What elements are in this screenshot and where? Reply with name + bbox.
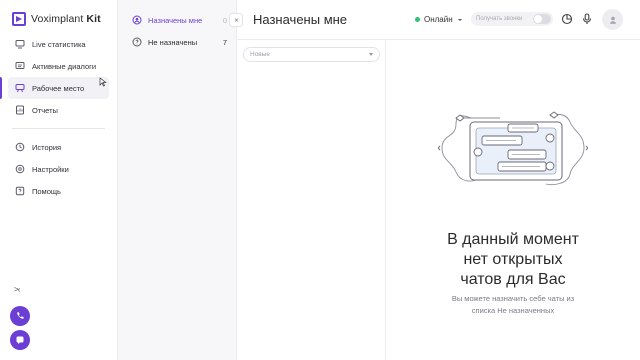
settings-icon: [15, 164, 25, 174]
receive-calls-toggle[interactable]: Получать звонки: [471, 12, 553, 26]
question-circle-icon: [132, 37, 142, 47]
toggle-knob: [533, 14, 551, 24]
empty-chats-illustration: [438, 111, 588, 186]
sidebar-item-live-stats[interactable]: Live статистика: [8, 33, 109, 55]
empty-title-line: В данный момент: [447, 231, 579, 248]
microphone-icon[interactable]: [581, 13, 593, 25]
sidebar-item-settings[interactable]: Настройки: [8, 158, 109, 180]
help-icon: [15, 186, 25, 196]
main-sidebar: Voximplant Kit Live статистика Активные …: [0, 0, 118, 360]
queue-item-label: Не назначены: [148, 37, 198, 47]
softphone-button[interactable]: [10, 306, 30, 326]
sidebar-item-history[interactable]: История: [8, 136, 109, 158]
chat-filter-select[interactable]: Новые: [243, 47, 380, 62]
online-status-dot: [415, 17, 420, 22]
page-header: Назначены мне Онлайн Получать звонки: [237, 0, 640, 40]
chevron-down-icon: [457, 18, 462, 21]
queue-item-unassigned[interactable]: Не назначены 7: [132, 37, 227, 47]
empty-title-line: нет открытых: [463, 251, 563, 268]
empty-subtitle-line: Вы можете назначить себе чаты из: [451, 294, 575, 303]
queue-item-assigned-to-me[interactable]: Назначены мне 0: [132, 15, 227, 25]
history-icon: [15, 142, 25, 152]
sidebar-item-label: Рабочее место: [32, 83, 85, 93]
sidebar-nav: Live статистика Активные диалоги Рабочее…: [8, 33, 109, 202]
sidebar-item-reports[interactable]: Отчеты: [8, 99, 109, 121]
sidebar-item-label: Отчеты: [32, 105, 58, 115]
avatar[interactable]: [602, 9, 623, 30]
sidebar-item-workspace[interactable]: Рабочее место: [8, 77, 109, 99]
logo[interactable]: Voximplant Kit: [12, 12, 101, 26]
logo-mark-icon: [12, 12, 26, 26]
status-label: Онлайн: [424, 15, 453, 24]
sidebar-item-label: Помощь: [32, 186, 61, 196]
sidebar-item-active-dialogs[interactable]: Активные диалоги: [8, 55, 109, 77]
empty-state-title: В данный момент нет открытых чатов для В…: [386, 230, 640, 290]
sidebar-item-label: Активные диалоги: [32, 61, 97, 71]
queue-panel: Назначены мне 0 Не назначены 7: [118, 0, 237, 360]
mouse-cursor-icon: [99, 77, 107, 87]
report-icon: [16, 105, 24, 115]
sidebar-item-label: Live статистика: [32, 39, 86, 49]
page-title: Назначены мне: [253, 12, 348, 27]
monitor-icon: [15, 40, 25, 49]
logo-text-bold: Kit: [86, 13, 101, 25]
workspace-icon: [15, 84, 25, 93]
active-indicator: [0, 77, 2, 99]
sidebar-divider: [12, 128, 105, 129]
sidebar-item-help[interactable]: Помощь: [8, 180, 109, 202]
phone-icon: [17, 312, 24, 319]
user-icon: [609, 16, 616, 24]
messenger-button[interactable]: [10, 330, 30, 350]
pie-chart-icon[interactable]: [561, 13, 573, 25]
chat-list-panel: Новые: [237, 40, 386, 360]
empty-title-line: чатов для Вас: [460, 271, 566, 288]
sidebar-item-label: Настройки: [32, 164, 69, 174]
empty-subtitle-line: списка Не назначенных: [471, 306, 555, 315]
sidebar-item-label: История: [32, 142, 62, 152]
logo-text-light: Voximplant: [31, 13, 84, 25]
queue-item-count: 0: [222, 15, 227, 25]
receive-calls-label: Получать звонки: [476, 16, 523, 22]
empty-state-subtitle: Вы можете назначить себе чаты из списка …: [386, 293, 640, 317]
chat-filter-value: Новые: [250, 51, 271, 58]
collapse-sidebar-button[interactable]: >‹: [14, 285, 20, 294]
status-dropdown[interactable]: Онлайн: [415, 15, 463, 24]
chat-bubble-icon: [16, 336, 24, 344]
app-window: Voximplant Kit Live статистика Активные …: [0, 0, 640, 360]
chevron-down-icon: [369, 53, 373, 56]
queue-item-count: 7: [222, 37, 227, 47]
queue-item-label: Назначены мне: [148, 15, 203, 25]
user-circle-icon: [132, 15, 142, 25]
chat-monitor-icon: [15, 62, 25, 69]
empty-state: В данный момент нет открытых чатов для В…: [386, 40, 640, 360]
